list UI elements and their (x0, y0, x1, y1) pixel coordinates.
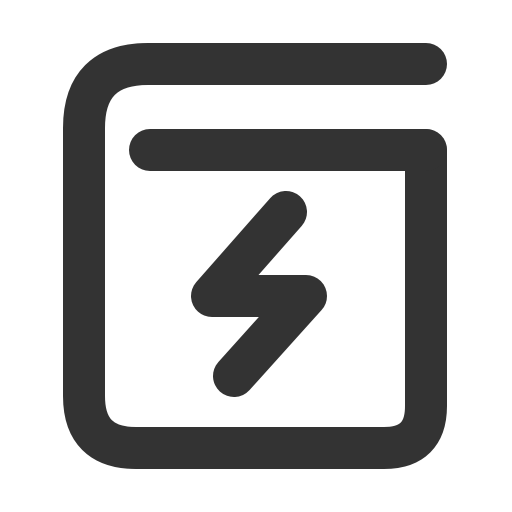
icon-canvas (0, 0, 512, 512)
lightning-bolt (191, 191, 327, 397)
wallet-lightning-icon (63, 43, 447, 469)
